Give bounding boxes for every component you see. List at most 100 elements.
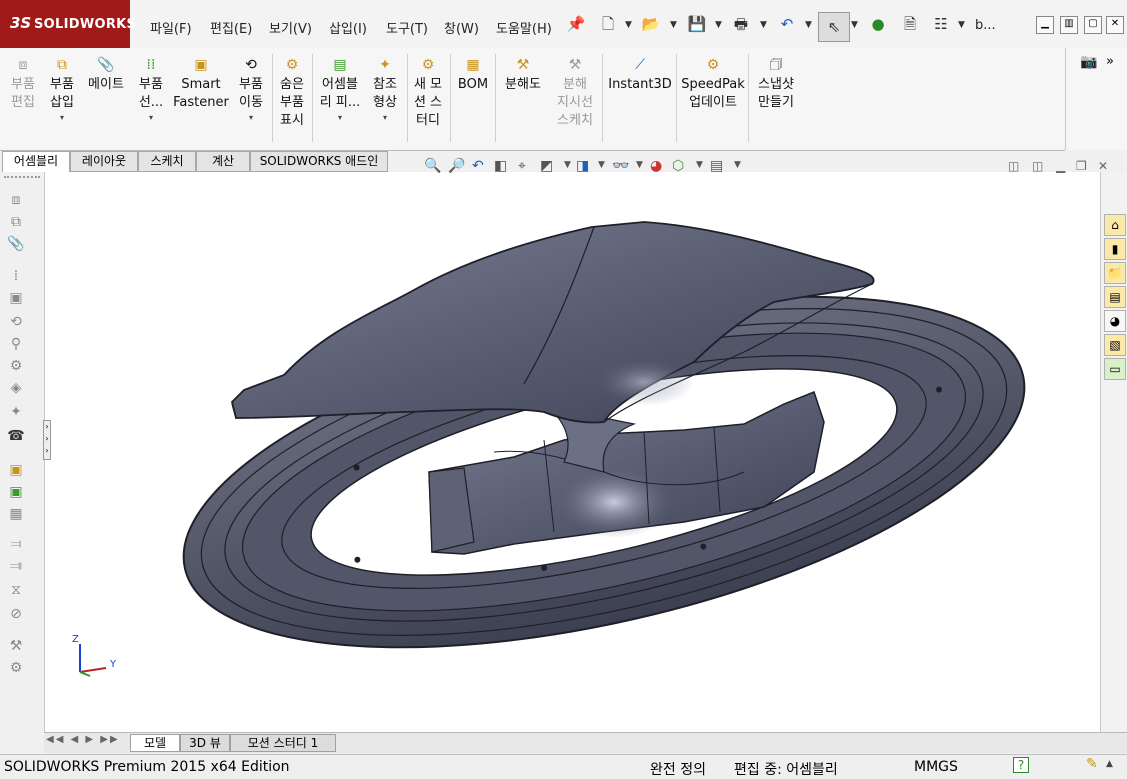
help-icon[interactable]: ? bbox=[1013, 757, 1029, 773]
tab-3d-view[interactable]: 3D 뷰 bbox=[180, 734, 230, 752]
tab-motion-study-1[interactable]: 모션 스터디 1 bbox=[230, 734, 336, 752]
chevron-down-icon[interactable]: ▼ bbox=[670, 20, 677, 30]
hole-alignment-icon[interactable]: ⊘ bbox=[6, 604, 26, 624]
dynamic-annotation-icon[interactable]: ⌖ bbox=[518, 158, 526, 174]
open-folder-icon[interactable]: 📂 bbox=[641, 14, 661, 34]
forum-icon[interactable]: ▭ bbox=[1104, 358, 1126, 380]
tab-solidworks-addins[interactable]: SOLIDWORKS 애드인 bbox=[250, 151, 388, 172]
motion-study-icon[interactable]: ☎ bbox=[6, 426, 26, 446]
chevron-down-icon[interactable]: ▼ bbox=[958, 20, 965, 30]
apply-scene-icon[interactable]: ⬡ bbox=[672, 158, 684, 174]
file-properties-icon[interactable]: 🗎 bbox=[900, 14, 920, 34]
chevron-down-icon[interactable]: ▼ bbox=[805, 20, 812, 30]
viewport-minimize-icon[interactable]: ▁ bbox=[1056, 159, 1065, 173]
chevron-down-icon[interactable]: ▾ bbox=[134, 112, 168, 124]
edit-part-button[interactable]: ⧈ 부품 편집 bbox=[4, 56, 42, 112]
chevron-down-icon[interactable]: ▼ bbox=[760, 20, 767, 30]
3d-model-viewport[interactable] bbox=[44, 172, 1100, 732]
chevron-down-icon[interactable]: ▼ bbox=[851, 20, 858, 30]
rebuild-traffic-light-icon[interactable]: ● bbox=[868, 14, 888, 34]
assembly-feature-button[interactable]: ▤ 어셈블 리 피... ▾ bbox=[316, 56, 364, 124]
bom-icon[interactable]: ▣ bbox=[6, 460, 26, 480]
display-style-icon[interactable]: ◨ bbox=[576, 158, 589, 174]
solidworks-logo[interactable]: 3S SOLIDWORKS bbox=[0, 0, 136, 48]
show-hidden-components-button[interactable]: ⚙ 숨은 부품 표시 bbox=[275, 56, 309, 130]
exploded-view-icon[interactable]: ▣ bbox=[6, 482, 26, 502]
smart-fastener-icon[interactable]: ▣ bbox=[6, 288, 26, 308]
linear-pattern-button[interactable]: ⁞⁞ 부품 선... ▾ bbox=[134, 56, 168, 124]
new-motion-study-button[interactable]: ⚙ 새 모션 스 터디 bbox=[409, 56, 447, 130]
tab-assembly[interactable]: 어셈블리 bbox=[2, 151, 70, 173]
chevron-down-icon[interactable]: ▾ bbox=[316, 112, 364, 124]
rotate-component-icon[interactable]: ⚲ bbox=[6, 334, 26, 354]
menu-edit[interactable]: 편집(E) bbox=[210, 18, 252, 37]
pushpin-icon[interactable]: ✎ bbox=[1086, 756, 1098, 772]
chevron-down-icon[interactable]: ▼ bbox=[636, 160, 643, 170]
explode-line-sketch-button[interactable]: ⚒ 분해 지시선 스케치 bbox=[552, 56, 598, 130]
tile-icon[interactable]: ▥ bbox=[1060, 16, 1078, 34]
mate-icon[interactable]: 📎 bbox=[6, 234, 26, 254]
chevron-down-icon[interactable]: ▼ bbox=[598, 160, 605, 170]
interference-icon[interactable]: ⧖ bbox=[6, 580, 26, 600]
panel-grip[interactable] bbox=[4, 176, 40, 181]
chevron-down-icon[interactable]: ▼ bbox=[715, 20, 722, 30]
chevron-down-icon[interactable]: ▾ bbox=[44, 112, 80, 124]
chevron-double-right-icon[interactable]: » bbox=[1106, 54, 1114, 69]
envelope-icon[interactable]: ⚙ bbox=[6, 658, 26, 678]
hide-show-items-icon[interactable]: 👓 bbox=[612, 158, 629, 174]
edit-appearance-icon[interactable]: ◕ bbox=[650, 158, 662, 174]
menu-view[interactable]: 보기(V) bbox=[269, 18, 312, 37]
menu-insert[interactable]: 삽입(I) bbox=[329, 18, 367, 37]
reference-geometry-button[interactable]: ✦ 참조 형상 ▾ bbox=[367, 56, 403, 124]
design-library-icon[interactable]: ▮ bbox=[1104, 238, 1126, 260]
camera-icon[interactable]: 📷 bbox=[1080, 54, 1097, 70]
print-icon[interactable]: 🖶 bbox=[731, 14, 751, 34]
align-icon[interactable]: ⫤ bbox=[6, 534, 26, 554]
chevron-down-icon[interactable]: ▼ bbox=[625, 20, 632, 30]
linear-pattern-icon[interactable]: ⁞ bbox=[6, 266, 26, 286]
menu-help[interactable]: 도움말(H) bbox=[496, 18, 552, 37]
menu-window[interactable]: 창(W) bbox=[444, 18, 479, 37]
save-icon[interactable]: 💾 bbox=[687, 14, 707, 34]
new-document-icon[interactable]: 🗋 bbox=[598, 14, 618, 34]
home-icon[interactable]: ⌂ bbox=[1104, 214, 1126, 236]
bom-button[interactable]: ▦ BOM bbox=[453, 56, 493, 94]
section-view-icon[interactable]: ◧ bbox=[494, 158, 507, 174]
chevron-down-icon[interactable]: ▼ bbox=[734, 160, 741, 170]
insert-component-button[interactable]: ⧉ 부품 삽입 ▾ bbox=[44, 56, 80, 124]
assembly-feature-icon[interactable]: ◈ bbox=[6, 378, 26, 398]
chevron-down-icon[interactable]: ▾ bbox=[234, 112, 268, 124]
panel-expand-handle[interactable]: › › › bbox=[43, 420, 51, 460]
show-hidden-icon[interactable]: ⚙ bbox=[6, 356, 26, 376]
appearances-icon[interactable]: ◕ bbox=[1104, 310, 1126, 332]
close-icon[interactable]: ✕ bbox=[1106, 16, 1124, 34]
reference-geometry-icon[interactable]: ✦ bbox=[6, 402, 26, 422]
tab-scroll-arrows[interactable]: ◀◀ ◀ ▶ ▶▶ bbox=[46, 734, 126, 750]
view-palette-icon[interactable]: ▤ bbox=[1104, 286, 1126, 308]
select-pointer-icon[interactable]: ⇖ bbox=[818, 12, 850, 42]
split-view-icon[interactable]: ◫ bbox=[1008, 159, 1019, 173]
tab-evaluate[interactable]: 계산 bbox=[196, 151, 250, 172]
view-settings-icon[interactable]: ▤ bbox=[710, 158, 723, 174]
undo-icon[interactable]: ↶ bbox=[777, 14, 797, 34]
custom-properties-icon[interactable]: ▧ bbox=[1104, 334, 1126, 356]
move-component-button[interactable]: ⟲ 부품 이동 ▾ bbox=[234, 56, 268, 124]
restore-icon[interactable]: ▢ bbox=[1084, 16, 1102, 34]
menu-tools[interactable]: 도구(T) bbox=[386, 18, 428, 37]
chevron-down-icon[interactable]: ▾ bbox=[367, 112, 403, 124]
file-explorer-icon[interactable]: 📁 bbox=[1104, 262, 1126, 284]
graphics-area[interactable]: 🔍 🔎 ↶ ◧ ⌖ ◩ ▼ ◨ ▼ 👓 ▼ ◕ ⬡ ▼ ▤ ▼ ◫ ◫ ▁ ❐ … bbox=[44, 158, 1108, 732]
mate-button[interactable]: 📎 메이트 bbox=[84, 56, 128, 94]
take-snapshot-button[interactable]: 🗇 스냅샷 만들기 bbox=[752, 56, 800, 112]
menu-file[interactable]: 파일(F) bbox=[150, 18, 192, 37]
chevron-up-icon[interactable]: ▲ bbox=[1106, 759, 1113, 769]
instant3d-button[interactable]: ⟋ Instant3D bbox=[606, 56, 674, 94]
explode-line-icon[interactable]: ⚒ bbox=[6, 636, 26, 656]
zoom-to-fit-icon[interactable]: 🔍 bbox=[424, 158, 441, 174]
insert-component-icon[interactable]: ⧉ bbox=[6, 212, 26, 232]
units-selector[interactable]: MMGS bbox=[914, 759, 958, 775]
tab-model[interactable]: 모델 bbox=[130, 734, 180, 752]
chevron-down-icon[interactable]: ▼ bbox=[564, 160, 571, 170]
edit-part-icon[interactable]: ⧈ bbox=[6, 190, 26, 210]
previous-view-icon[interactable]: ↶ bbox=[472, 158, 484, 174]
